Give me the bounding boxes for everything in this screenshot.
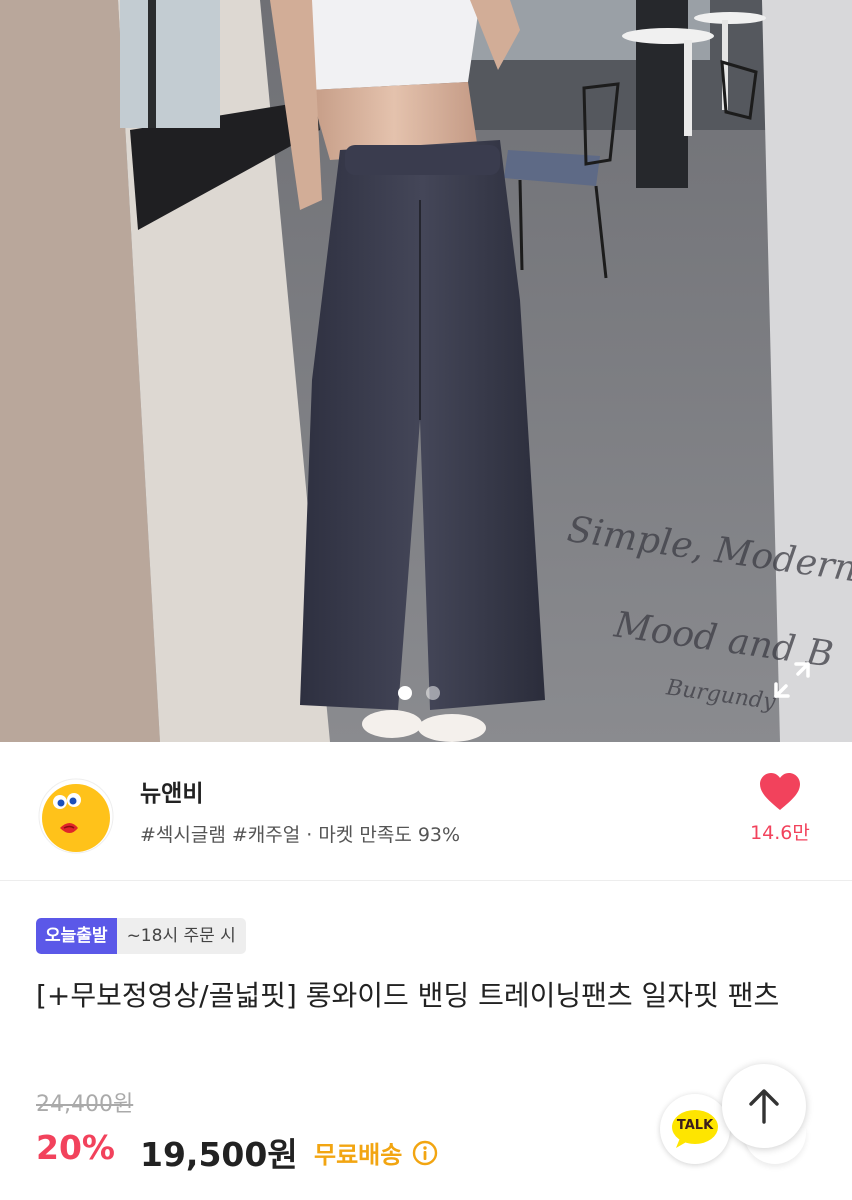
shipping-label: 무료배송: [314, 1135, 402, 1170]
same-day-shipping-badge: 오늘출발 ~18시 주문 시: [36, 918, 246, 954]
seller-tags-meta: #섹시글램 #캐주얼 · 마켓 만족도 93%: [140, 820, 460, 847]
like-count: 14.6만: [720, 818, 840, 845]
discount-rate: 20%: [36, 1128, 115, 1167]
scroll-top-button[interactable]: [722, 1064, 806, 1148]
sale-price: 19,500원: [140, 1128, 298, 1176]
arrow-up-icon: [722, 1064, 806, 1148]
talk-label: TALK: [660, 1118, 730, 1133]
product-image[interactable]: Simple, Modern Mood and B Burgundy: [0, 0, 852, 742]
product-title: [+무보정영상/골넓핏] 롱와이드 밴딩 트레이닝팬츠 일자핏 팬츠: [36, 974, 816, 1018]
original-price: 24,400원: [36, 1086, 133, 1118]
badge-label: 오늘출발: [36, 918, 117, 954]
kakao-talk-button[interactable]: TALK: [660, 1094, 730, 1164]
seller-avatar[interactable]: [38, 778, 114, 854]
seller-name[interactable]: 뉴앤비: [140, 774, 203, 808]
seller-section[interactable]: [0, 742, 852, 881]
carousel-indicator: [398, 686, 440, 700]
carousel-dot-active[interactable]: [398, 686, 412, 700]
heart-icon[interactable]: [758, 772, 802, 812]
carousel-dot[interactable]: [426, 686, 440, 700]
shipping-info[interactable]: 무료배송: [314, 1135, 438, 1170]
expand-icon[interactable]: [770, 658, 814, 702]
badge-note: ~18시 주문 시: [117, 918, 246, 954]
info-icon[interactable]: [412, 1140, 438, 1166]
photo-overlay-text: Simple, Modern Mood and B Burgundy: [538, 512, 849, 742]
